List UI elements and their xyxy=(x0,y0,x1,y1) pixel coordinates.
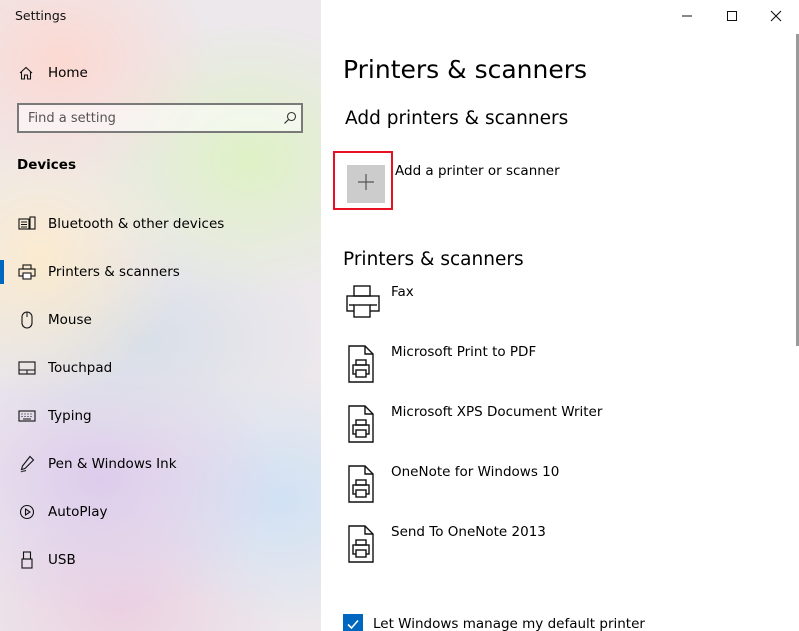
device-onenote-2013[interactable]: Send To OneNote 2013 xyxy=(343,524,743,568)
checkmark-icon xyxy=(347,619,359,630)
search-icon[interactable] xyxy=(279,111,301,125)
pen-icon xyxy=(18,455,36,473)
usb-icon xyxy=(18,551,36,569)
device-name: Microsoft Print to PDF xyxy=(391,344,537,360)
sidebar-item-autoplay[interactable]: AutoPlay xyxy=(0,488,321,536)
printer-icon xyxy=(18,263,36,281)
printer-document-icon xyxy=(343,404,383,444)
home-label: Home xyxy=(48,65,88,81)
close-icon xyxy=(770,7,782,26)
bluetooth-devices-icon xyxy=(18,215,36,233)
sidebar-item-label: Printers & scanners xyxy=(48,264,180,280)
printers-list-title: Printers & scanners xyxy=(343,249,524,270)
default-printer-checkbox[interactable] xyxy=(343,614,363,631)
sidebar-item-typing[interactable]: Typing xyxy=(0,392,321,440)
plus-icon xyxy=(357,173,375,195)
device-fax[interactable]: Fax xyxy=(343,284,743,328)
search-box[interactable] xyxy=(17,103,303,133)
fax-icon xyxy=(343,284,383,324)
add-section-title: Add printers & scanners xyxy=(345,108,569,129)
sidebar-item-label: Bluetooth & other devices xyxy=(48,216,225,232)
sidebar-item-label: Mouse xyxy=(48,312,92,328)
settings-window: Settings Home Devices Bluetooth & other … xyxy=(0,0,799,631)
sidebar-item-printers[interactable]: Printers & scanners xyxy=(0,248,321,296)
sidebar-item-label: USB xyxy=(48,552,76,568)
sidebar-item-usb[interactable]: USB xyxy=(0,536,321,584)
search-input[interactable] xyxy=(19,109,279,127)
maximize-button[interactable] xyxy=(709,0,755,32)
sidebar: Settings Home Devices Bluetooth & other … xyxy=(0,0,321,631)
keyboard-icon xyxy=(18,407,36,425)
printer-document-icon xyxy=(343,524,383,564)
close-button[interactable] xyxy=(753,0,799,32)
sidebar-item-pen[interactable]: Pen & Windows Ink xyxy=(0,440,321,488)
maximize-icon xyxy=(726,7,738,26)
printer-document-icon xyxy=(343,464,383,504)
sidebar-item-bluetooth[interactable]: Bluetooth & other devices xyxy=(0,200,321,248)
sidebar-item-label: Pen & Windows Ink xyxy=(48,456,177,472)
sidebar-item-touchpad[interactable]: Touchpad xyxy=(0,344,321,392)
minimize-icon xyxy=(681,7,693,26)
app-title: Settings xyxy=(15,8,67,23)
sidebar-item-label: Touchpad xyxy=(48,360,113,376)
device-onenote-10[interactable]: OneNote for Windows 10 xyxy=(343,464,743,508)
device-print-to-pdf[interactable]: Microsoft Print to PDF xyxy=(343,344,743,388)
sidebar-item-label: Typing xyxy=(48,408,92,424)
sidebar-item-label: AutoPlay xyxy=(48,504,108,520)
device-name: Microsoft XPS Document Writer xyxy=(391,404,603,420)
add-printer-button[interactable] xyxy=(347,165,385,203)
device-name: OneNote for Windows 10 xyxy=(391,464,560,480)
minimize-button[interactable] xyxy=(664,0,710,32)
page-title: Printers & scanners xyxy=(343,55,588,84)
mouse-icon xyxy=(18,311,36,329)
device-xps-writer[interactable]: Microsoft XPS Document Writer xyxy=(343,404,743,448)
autoplay-icon xyxy=(18,503,36,521)
add-printer-highlight xyxy=(333,151,393,210)
home-icon xyxy=(18,64,36,82)
home-nav-item[interactable]: Home xyxy=(18,60,298,86)
sidebar-item-mouse[interactable]: Mouse xyxy=(0,296,321,344)
touchpad-icon xyxy=(18,359,36,377)
default-printer-label: Let Windows manage my default printer xyxy=(373,616,645,631)
device-name: Fax xyxy=(391,284,414,300)
nav-list: Bluetooth & other devices Printers & sca… xyxy=(0,200,321,584)
section-title: Devices xyxy=(17,157,76,173)
printer-document-icon xyxy=(343,344,383,384)
device-name: Send To OneNote 2013 xyxy=(391,524,546,540)
add-printer-label[interactable]: Add a printer or scanner xyxy=(395,163,560,179)
default-printer-option[interactable]: Let Windows manage my default printer xyxy=(343,614,645,631)
